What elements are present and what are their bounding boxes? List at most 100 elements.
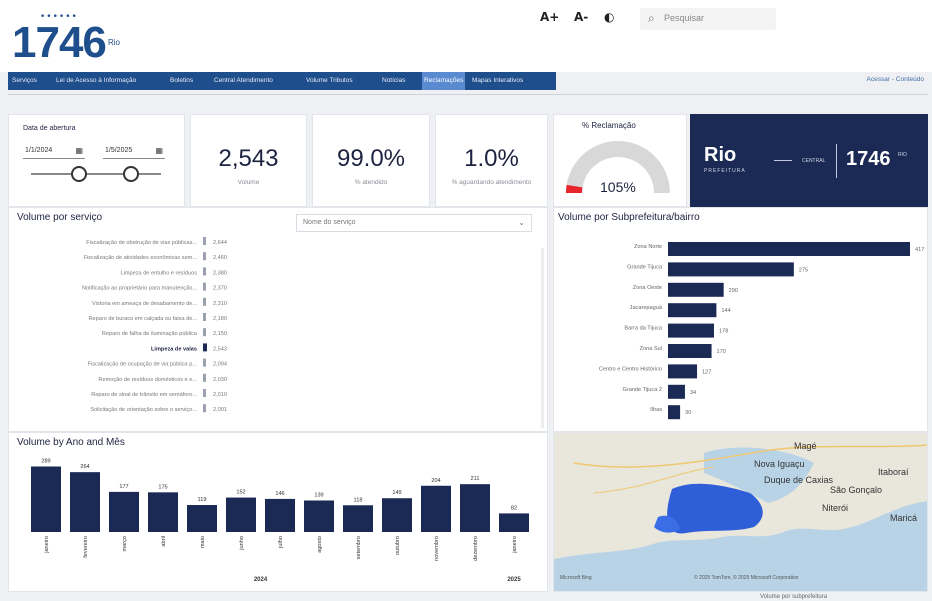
- month-tick-label: setembro: [356, 536, 362, 559]
- servico-row-label[interactable]: Notificação ao proprietário para manuten…: [82, 286, 197, 292]
- month-bar[interactable]: [421, 485, 451, 532]
- servico-row-bar[interactable]: [203, 282, 206, 291]
- subpref-bar-value: 417: [915, 247, 924, 253]
- month-bar[interactable]: [460, 484, 490, 532]
- servico-row-label[interactable]: Fiscalização de obstrução de vias públic…: [86, 240, 197, 246]
- decrease-font-button[interactable]: A-: [574, 10, 588, 24]
- scrollbar[interactable]: [541, 248, 544, 428]
- servico-row-value: 2,150: [213, 331, 227, 337]
- servico-row-bar[interactable]: [203, 404, 206, 413]
- search-input[interactable]: Pesquisar: [664, 13, 704, 23]
- subpref-category-label: Centro e Centro Histórico: [599, 366, 662, 372]
- header: •••••• 1746 Rio A+ A- ◐ ⌕ Pesquisar: [0, 0, 932, 72]
- servico-row-bar[interactable]: [203, 267, 206, 276]
- month-bar[interactable]: [382, 498, 412, 532]
- logo-subtitle: Rio: [108, 38, 121, 47]
- month-tick-label: agosto: [317, 536, 323, 553]
- subpref-bar[interactable]: [668, 323, 714, 338]
- subpref-bar-value: 127: [702, 369, 711, 375]
- servico-row-label[interactable]: Reparo de buraco em calçada ou faixa de.…: [88, 316, 197, 322]
- servico-row-bar[interactable]: [203, 297, 206, 306]
- kpi-volume-value: 2,543: [218, 145, 279, 172]
- contrast-icon[interactable]: ◐: [604, 10, 614, 24]
- header-divider: [8, 94, 928, 95]
- month-bar[interactable]: [187, 505, 217, 532]
- map-canvas[interactable]: [554, 433, 928, 592]
- subpref-bar[interactable]: [668, 405, 681, 420]
- month-bar[interactable]: [31, 466, 61, 532]
- subpref-bar[interactable]: [668, 242, 910, 256]
- subpref-bar-value: 275: [799, 267, 808, 273]
- calendar-icon[interactable]: ▦: [155, 143, 163, 159]
- servico-row-value: 2,094: [213, 362, 227, 368]
- servico-row-bar[interactable]: [203, 389, 206, 397]
- month-tick-label: abril: [161, 536, 167, 547]
- subpref-bar[interactable]: [668, 262, 794, 277]
- kpi-card-volume: 2,543 Volume: [190, 114, 307, 207]
- nav-item-boletins[interactable]: Boletins: [168, 72, 195, 90]
- subpref-category-label: Zona Oeste: [633, 285, 662, 291]
- nav-item-mapas[interactable]: Mapas Interativos: [470, 72, 525, 90]
- nav-item-noticias[interactable]: Notícias: [380, 72, 407, 90]
- servico-row-bar[interactable]: [203, 252, 206, 261]
- servico-row-bar[interactable]: [203, 328, 206, 337]
- map-footer: Volume por subprefeitura: [760, 594, 828, 600]
- kpi-card-atendido: 99.0% % atendido: [312, 114, 430, 207]
- date-slider-end-handle[interactable]: [123, 166, 139, 182]
- servico-dropdown-placeholder: Nome do serviço: [303, 219, 356, 226]
- subpref-bar-value: 144: [721, 308, 730, 314]
- brand-mid-text: CENTRAL: [802, 158, 826, 164]
- map-card[interactable]: Magé Nova Iguaçu Duque de Caxias São Gon…: [553, 432, 928, 592]
- servico-row-label[interactable]: Limpeza de entulho e resíduos: [121, 270, 198, 276]
- servico-row-label[interactable]: Reparo de falha de iluminação pública: [102, 331, 198, 337]
- nav-item-reclamacoes[interactable]: Reclamações: [422, 72, 466, 90]
- month-bar-value: 118: [354, 497, 363, 503]
- servico-row-label[interactable]: Limpeza de valas: [151, 346, 197, 352]
- month-bar[interactable]: [148, 492, 178, 532]
- month-bar[interactable]: [343, 505, 373, 532]
- nav-item-tributos[interactable]: Volume Tributos: [304, 72, 355, 90]
- month-bar[interactable]: [265, 498, 295, 532]
- subpref-bar[interactable]: [668, 282, 724, 297]
- servico-row-label[interactable]: Remoção de resíduos domésticos e e...: [98, 377, 197, 383]
- month-bar-value: 119: [198, 497, 207, 503]
- servico-row-bar[interactable]: [203, 373, 206, 382]
- nav-item-servicos[interactable]: Serviços: [10, 72, 39, 90]
- month-tick-label: julho: [278, 536, 284, 549]
- servico-dropdown[interactable]: Nome do serviço ⌄: [296, 214, 532, 232]
- month-bar[interactable]: [226, 497, 256, 532]
- month-tick-label: dezembro: [473, 536, 479, 561]
- increase-font-button[interactable]: A+: [540, 10, 559, 24]
- subpref-bar[interactable]: [668, 344, 712, 358]
- date-slider-track[interactable]: [31, 173, 161, 175]
- month-tick-label: novembro: [434, 536, 440, 561]
- servico-row-label[interactable]: Fiscalização de atividades econômicas se…: [84, 255, 198, 261]
- date-start-field[interactable]: 1/1/2024 ▦: [23, 143, 85, 159]
- month-bar[interactable]: [304, 500, 334, 532]
- servico-row-label[interactable]: Reparo de sinal de trânsito em semáforo.…: [91, 392, 197, 398]
- servico-row-label[interactable]: Fiscalização de ocupação de via pública …: [88, 362, 198, 368]
- search-icon: ⌕: [648, 11, 655, 25]
- servico-row-bar[interactable]: [203, 343, 207, 352]
- servico-row-bar[interactable]: [203, 237, 206, 245]
- nav-item-central[interactable]: Central Atendimento: [212, 72, 275, 90]
- subpref-bar[interactable]: [668, 364, 698, 379]
- search-box[interactable]: ⌕ Pesquisar: [640, 8, 776, 30]
- servico-row-bar[interactable]: [203, 313, 206, 321]
- servico-row-bar[interactable]: [203, 358, 206, 367]
- top-right-link[interactable]: Acessar - Conteúdo: [867, 76, 924, 83]
- servico-row-value: 2,460: [213, 255, 227, 261]
- date-slider-start-handle[interactable]: [71, 166, 87, 182]
- calendar-icon[interactable]: ▦: [75, 143, 83, 159]
- kpi-card-aguardando: 1.0% % aguardando atendimento: [435, 114, 548, 207]
- month-bar[interactable]: [109, 491, 139, 532]
- date-end-field[interactable]: 1/5/2025 ▦: [103, 143, 165, 159]
- servico-row-label[interactable]: Solicitação de orientação sobre o serviç…: [90, 407, 197, 413]
- nav-item-lai[interactable]: Lei de Acesso à Informação: [54, 72, 138, 90]
- brand-vertical-line: [836, 144, 837, 178]
- month-bar[interactable]: [499, 513, 529, 532]
- month-bar[interactable]: [70, 472, 100, 532]
- subpref-bar[interactable]: [668, 303, 717, 318]
- servico-row-label[interactable]: Vistoria em ameaça de desabamento de...: [92, 301, 197, 307]
- subpref-bar[interactable]: [668, 384, 685, 399]
